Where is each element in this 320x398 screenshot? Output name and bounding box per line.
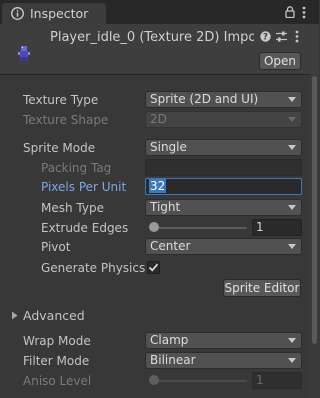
lock-icon[interactable] [285,6,295,19]
pixels-per-unit-input[interactable]: 32 [145,178,302,195]
checkmark-icon [148,263,159,272]
sprite-thumbnail-icon [17,45,31,63]
texture-shape-dropdown: 2D [145,111,302,128]
extrude-edges-slider-handle[interactable] [149,222,159,232]
chevron-down-icon [288,205,296,210]
filter-mode-value: Bilinear [150,353,196,367]
chevron-down-icon [288,338,296,343]
help-icon[interactable]: ? [260,31,271,43]
chevron-down-icon [288,145,296,150]
texture-type-dropdown[interactable]: Sprite (2D and UI) [145,91,302,108]
mesh-type-label: Mesh Type [41,201,104,215]
packing-tag-label: Packing Tag [41,161,112,175]
sprite-mode-label: Sprite Mode [23,141,96,155]
pivot-dropdown[interactable]: Center [145,238,302,255]
pixels-per-unit-label: Pixels Per Unit [41,180,127,194]
advanced-foldout-label[interactable]: Advanced [23,308,85,323]
generate-physics-checkbox[interactable] [147,261,160,274]
texture-shape-value: 2D [150,112,167,126]
preset-sliders-icon[interactable] [276,31,287,42]
filter-mode-dropdown[interactable]: Bilinear [145,352,302,369]
generate-physics-label: Generate Physics S [41,261,147,275]
asset-title: Player_idle_0 (Texture 2D) Impor [50,30,254,45]
sprite-mode-dropdown[interactable]: Single [145,139,302,156]
pixels-per-unit-value: 32 [149,179,167,193]
svg-text:?: ? [263,33,268,42]
chevron-down-icon [288,244,296,249]
aniso-level-slider-track [150,380,247,382]
extrude-edges-input[interactable]: 1 [252,219,302,236]
chevron-down-icon [288,358,296,363]
more-options-icon[interactable] [295,30,299,43]
wrap-mode-label: Wrap Mode [23,334,91,348]
sprite-editor-button[interactable]: Sprite Editor [223,279,301,297]
info-icon [11,7,24,20]
filter-mode-label: Filter Mode [23,354,90,368]
tab-title: Inspector [30,6,89,21]
aniso-level-input: 1 [252,372,302,389]
open-button[interactable]: Open [259,52,301,70]
texture-shape-label: Texture Shape [23,113,109,127]
wrap-mode-dropdown[interactable]: Clamp [145,332,302,349]
wrap-mode-value: Clamp [150,333,189,347]
pivot-label: Pivot [41,240,71,254]
texture-type-value: Sprite (2D and UI) [150,92,259,106]
more-options-icon[interactable] [302,6,306,19]
chevron-down-icon [288,117,296,122]
texture-type-label: Texture Type [23,93,99,107]
packing-tag-field [145,159,302,176]
sprite-mode-value: Single [150,140,187,154]
mesh-type-dropdown[interactable]: Tight [145,199,302,216]
extrude-edges-label: Extrude Edges [41,221,129,235]
chevron-right-icon[interactable] [11,309,19,320]
extrude-edges-slider-track[interactable] [150,227,247,229]
scrollbar-thumb[interactable] [312,76,317,344]
pivot-value: Center [150,239,191,253]
mesh-type-value: Tight [150,200,181,214]
aniso-level-label: Aniso Level [23,374,92,388]
chevron-down-icon [288,97,296,102]
aniso-level-slider-handle [149,375,159,385]
